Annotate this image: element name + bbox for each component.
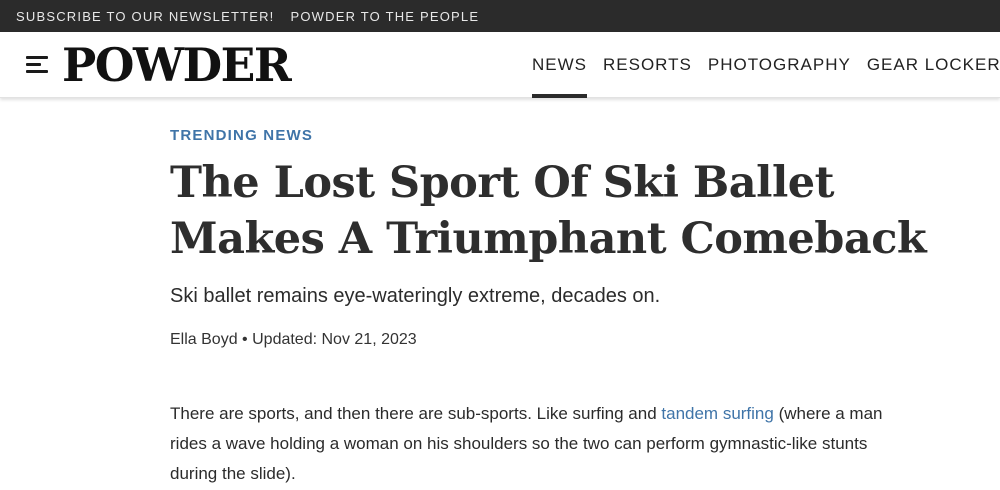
article-subheadline: Ski ballet remains eye-wateringly extrem… xyxy=(170,285,661,307)
article-byline: Ella Boyd • Updated: Nov 21, 2023 xyxy=(170,331,417,349)
newsletter-link[interactable]: SUBSCRIBE TO OUR NEWSLETTER! xyxy=(16,9,275,24)
body-text-start: There are sports, and then there are sub… xyxy=(170,404,662,423)
author-link[interactable]: Ella Boyd xyxy=(170,331,238,348)
article-body-paragraph: There are sports, and then there are sub… xyxy=(170,399,910,489)
nav-item-resorts[interactable]: RESORTS xyxy=(603,32,692,98)
article-headline: The Lost Sport Of Ski Ballet Makes A Tri… xyxy=(170,155,960,267)
site-logo[interactable]: POWDER xyxy=(62,36,292,94)
updated-date: Updated: Nov 21, 2023 xyxy=(252,331,417,348)
tandem-surfing-link[interactable]: tandem surfing xyxy=(661,404,773,423)
nav-item-photography[interactable]: PHOTOGRAPHY xyxy=(708,32,851,98)
nav-item-gear-locker[interactable]: GEAR LOCKER xyxy=(867,32,1000,98)
main-nav: NEWS RESORTS PHOTOGRAPHY GEAR LOCKER V xyxy=(532,32,1000,98)
site-header: POWDER NEWS RESORTS PHOTOGRAPHY GEAR LOC… xyxy=(0,32,1000,98)
headline-line-1: The Lost Sport Of Ski Ballet xyxy=(170,158,835,208)
article-category-link[interactable]: TRENDING NEWS xyxy=(170,127,313,144)
tagline-link[interactable]: POWDER TO THE PEOPLE xyxy=(291,9,480,24)
nav-item-news[interactable]: NEWS xyxy=(532,32,587,98)
hamburger-menu-icon[interactable] xyxy=(26,54,52,76)
headline-line-2: Makes A Triumphant Comeback xyxy=(170,214,927,264)
byline-separator: • xyxy=(242,331,248,348)
top-utility-bar: SUBSCRIBE TO OUR NEWSLETTER! POWDER TO T… xyxy=(0,0,1000,32)
